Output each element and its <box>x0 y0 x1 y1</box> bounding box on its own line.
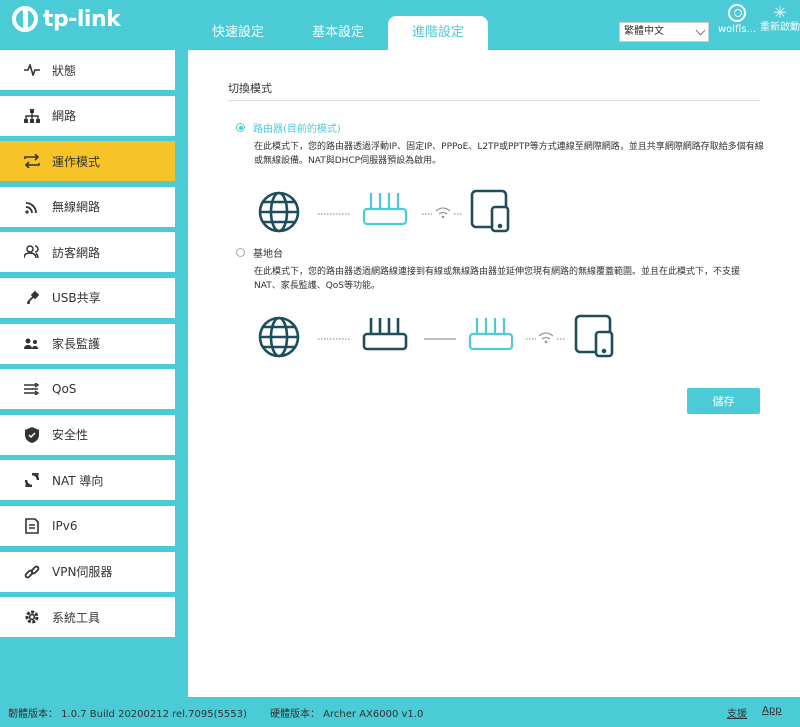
sidebar-item-label: NAT 導向 <box>52 473 104 488</box>
globe-icon <box>258 316 300 358</box>
sidebar-item-label: 系統工具 <box>52 610 101 625</box>
sidebar-item-security[interactable]: 安全性 <box>0 414 175 455</box>
router-icon <box>362 193 408 226</box>
globe-icon <box>258 191 300 233</box>
user-name: wolfls... <box>717 24 757 35</box>
ap-mode-radio[interactable] <box>236 248 245 257</box>
wifi-icon <box>24 199 40 215</box>
sidebar-item-vpn[interactable]: VPN伺服器 <box>0 551 175 592</box>
network-icon <box>24 108 40 124</box>
devices-icon <box>470 189 510 233</box>
app-link[interactable]: App <box>762 705 782 716</box>
ap-mode-label: 基地台 <box>253 249 283 260</box>
pulse-icon <box>24 62 40 78</box>
sidebar-item-label: USB共享 <box>52 291 101 306</box>
sidebar-item-label: 家長監護 <box>52 337 101 352</box>
wireless-signal-icon <box>538 332 554 344</box>
switch-mode-icon <box>24 153 40 169</box>
sidebar-item-label: 安全性 <box>52 428 89 443</box>
router-mode-label: 路由器(目前的模式) <box>253 124 341 135</box>
ap-mode-diagram <box>258 314 614 358</box>
logo-text: tp-link <box>43 6 121 32</box>
main-panel: 切換模式 路由器(目前的模式) 在此模式下，您的路由器透過浮動IP、固定IP、P… <box>188 50 800 697</box>
ipv6-icon <box>24 518 40 534</box>
sidebar-item-nat[interactable]: NAT 導向 <box>0 460 175 501</box>
sidebar-item-parental[interactable]: 家長監護 <box>0 323 175 364</box>
sidebar-item-label: QoS <box>52 382 77 397</box>
reboot-button[interactable]: ✳ 重新啟動 <box>760 4 800 34</box>
sidebar-item-system-tools[interactable]: 系統工具 <box>0 597 175 638</box>
reboot-icon: ✳ <box>773 3 787 22</box>
tab-basic[interactable]: 基本設定 <box>288 16 388 50</box>
router-mode-option[interactable]: 路由器(目前的模式) <box>236 120 341 135</box>
save-button[interactable]: 儲存 <box>687 388 760 414</box>
user-account[interactable]: wolfls... <box>716 4 758 35</box>
usb-icon <box>24 290 40 306</box>
tp-link-logo[interactable]: tp-link <box>12 6 121 32</box>
sidebar-item-label: 訪客網路 <box>52 245 101 260</box>
firmware-version: 韌體版本： 1.0.7 Build 20200212 rel.7095(5553… <box>8 709 247 720</box>
sidebar-item-guest[interactable]: 訪客網路 <box>0 232 175 273</box>
chevron-down-icon <box>695 25 706 36</box>
sidebar-item-label: 網路 <box>52 109 77 124</box>
tab-advanced[interactable]: 進階設定 <box>388 16 488 50</box>
language-select[interactable]: 繁體中文 <box>619 22 709 42</box>
router-mode-description: 在此模式下，您的路由器透過浮動IP、固定IP、PPPoE、L2TP或PPTP等方… <box>254 142 764 166</box>
language-value: 繁體中文 <box>624 26 664 37</box>
devices-icon <box>574 314 614 358</box>
sidebar-item-label: 運作模式 <box>52 154 101 169</box>
sidebar-item-wireless[interactable]: 無線網路 <box>0 186 175 227</box>
sidebar-item-label: IPv6 <box>52 518 78 533</box>
parental-icon <box>24 336 40 352</box>
divider <box>228 100 760 101</box>
sidebar-item-network[interactable]: 網路 <box>0 95 175 136</box>
top-tabs: 快速設定 基本設定 進階設定 <box>188 16 488 50</box>
support-link[interactable]: 支援 <box>727 705 747 720</box>
sidebar: 狀態 網路 運作模式 無線網路 訪客網路 USB共享 家長監護 QoS 安全性 … <box>0 50 175 643</box>
link-icon <box>24 564 40 580</box>
shield-icon <box>24 426 40 443</box>
hardware-version: 硬體版本： Archer AX6000 v1.0 <box>270 709 424 720</box>
footer: 韌體版本： 1.0.7 Build 20200212 rel.7095(5553… <box>0 697 800 727</box>
user-icon <box>728 4 746 22</box>
sidebar-item-label: VPN伺服器 <box>52 565 113 580</box>
ap-mode-description: 在此模式下，您的路由器透過網路線連接到有線或無線路由器並延伸您現有網路的無線覆蓋… <box>254 267 741 291</box>
sidebar-item-label: 無線網路 <box>52 200 101 215</box>
guest-icon <box>24 244 40 260</box>
sidebar-item-label: 狀態 <box>52 63 77 78</box>
router-mode-diagram <box>258 189 510 233</box>
sidebar-item-status[interactable]: 狀態 <box>0 50 175 90</box>
sidebar-item-usb[interactable]: USB共享 <box>0 277 175 318</box>
tab-quick-setup[interactable]: 快速設定 <box>188 16 288 50</box>
router-mode-radio[interactable] <box>236 123 245 132</box>
sidebar-item-qos[interactable]: QoS <box>0 369 175 410</box>
header: tp-link 快速設定 基本設定 進階設定 繁體中文 wolfls... ✳ … <box>0 0 800 50</box>
access-point-icon <box>468 318 514 351</box>
reboot-label: 重新啟動 <box>760 22 800 33</box>
qos-icon <box>24 381 40 397</box>
sidebar-item-ipv6[interactable]: IPv6 <box>0 505 175 546</box>
sidebar-item-operation-mode[interactable]: 運作模式 <box>0 141 175 182</box>
ap-mode-option[interactable]: 基地台 <box>236 245 283 260</box>
gear-icon <box>24 609 40 625</box>
section-title: 切換模式 <box>228 82 272 95</box>
logo-icon <box>12 6 38 32</box>
wireless-signal-icon <box>435 207 451 219</box>
main-router-icon <box>362 318 408 351</box>
nat-icon <box>24 472 40 488</box>
